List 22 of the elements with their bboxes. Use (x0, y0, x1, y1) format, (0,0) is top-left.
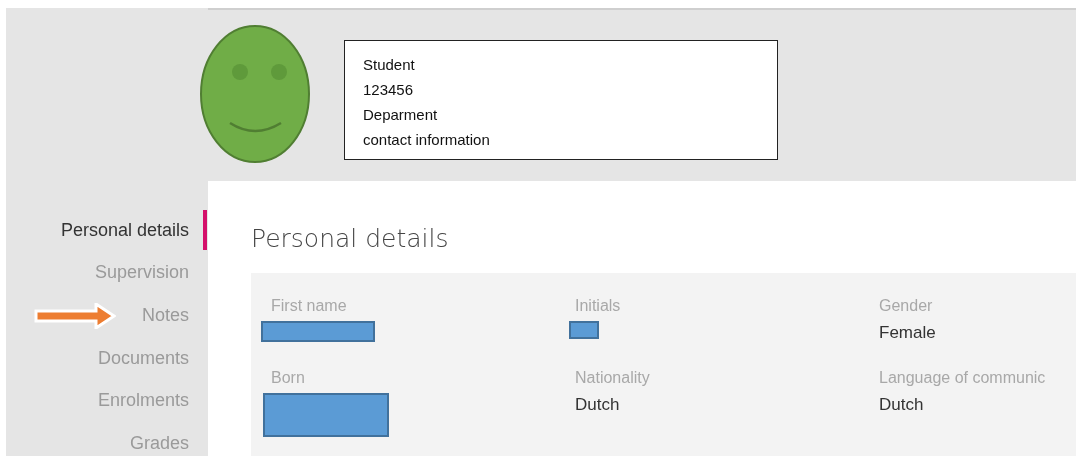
info-text: contact information (363, 130, 491, 150)
sidebar-item[interactable]: Personal details (54, 218, 203, 242)
field-label: Gender (879, 297, 934, 315)
section-title: Personal details (251, 224, 450, 253)
field-value: Dutch (879, 395, 925, 415)
field-value: Female (879, 323, 937, 343)
sidebar-item[interactable]: Notes (135, 304, 203, 327)
field-label: Initials (575, 297, 622, 315)
field-label: Born (271, 369, 306, 387)
info-text: Student (363, 55, 416, 75)
sidebar-item[interactable]: Supervision (88, 261, 203, 285)
sidebar-item[interactable]: Enrolments (91, 389, 203, 413)
field-label: First name (271, 297, 348, 315)
field-label: Language of communic (879, 369, 1047, 387)
info-text: Deparment (363, 105, 439, 125)
info-text: 123456 (363, 80, 415, 100)
redaction-block (569, 321, 599, 339)
field-label: Nationality (575, 369, 651, 387)
smiley-avatar-icon (200, 24, 310, 164)
sidebar-item[interactable]: Grades (123, 431, 203, 455)
sidebar-item[interactable]: Documents (91, 346, 203, 370)
field-value: Dutch (575, 395, 621, 415)
